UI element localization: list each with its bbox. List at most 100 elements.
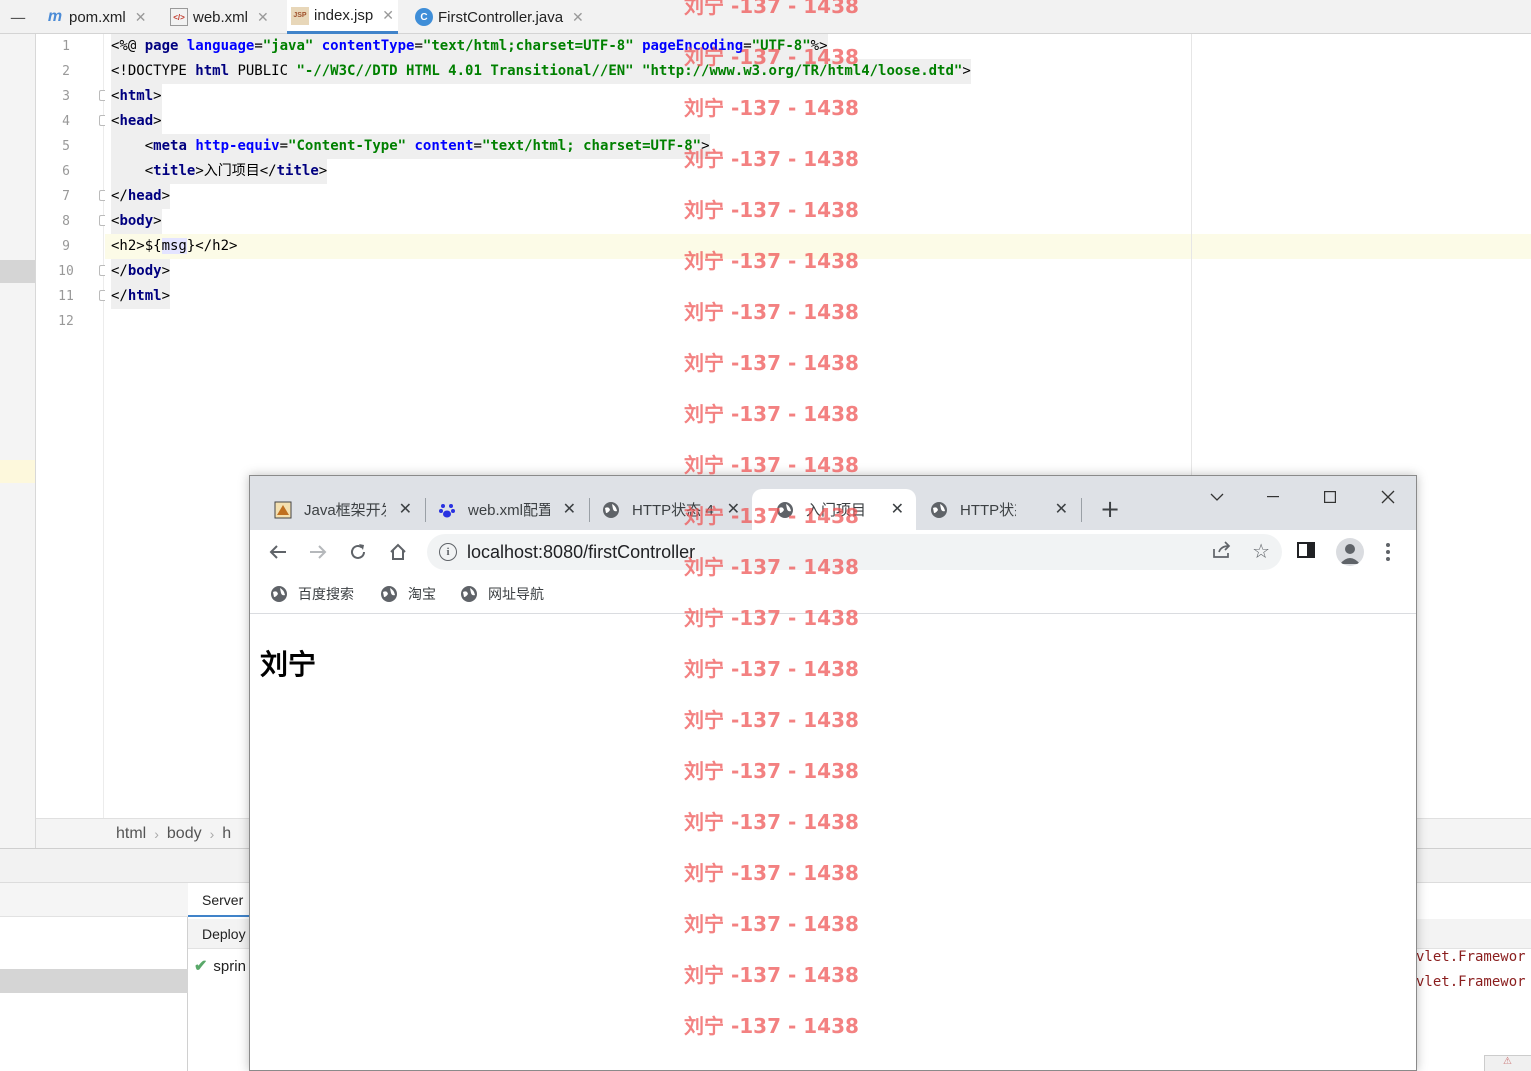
code-token: > bbox=[701, 138, 710, 154]
tab-first-controller[interactable]: C FirstController.java ✕ bbox=[415, 0, 584, 34]
browser-tab[interactable]: web.xml配置 ✕ bbox=[414, 489, 588, 530]
close-icon[interactable]: ✕ bbox=[399, 499, 412, 519]
code-token: pageEncoding bbox=[633, 38, 744, 54]
tab-search-icon[interactable] bbox=[1194, 482, 1240, 512]
maximize-icon[interactable] bbox=[1307, 482, 1353, 512]
minimize-icon[interactable] bbox=[1250, 482, 1296, 512]
browser-window: Java框架开发 ✕ web.xml配置 ✕ HTTP状态 404 ✕ 入门项目… bbox=[249, 475, 1417, 1071]
code-line[interactable]: <meta http-equiv="Content-Type" content=… bbox=[111, 134, 710, 159]
back-icon[interactable] bbox=[264, 538, 292, 566]
side-panel-icon[interactable] bbox=[1296, 540, 1320, 564]
more-menu-icon[interactable] bbox=[1376, 538, 1400, 566]
code-line[interactable]: <%@ page language="java" contentType="te… bbox=[111, 34, 828, 59]
tab-web-xml[interactable]: </> web.xml ✕ bbox=[170, 0, 269, 34]
code-token: meta bbox=[153, 138, 196, 154]
profile-avatar-icon[interactable] bbox=[1336, 538, 1364, 566]
code-token: http-equiv bbox=[195, 138, 280, 154]
line-number: 5 bbox=[62, 139, 70, 154]
url-text[interactable]: localhost:8080/firstController bbox=[467, 542, 695, 563]
code-token: }</h2> bbox=[186, 238, 238, 254]
globe-icon bbox=[461, 586, 477, 602]
close-icon[interactable]: ✕ bbox=[135, 9, 147, 26]
left-tool-gutter bbox=[0, 34, 36, 848]
bookmark-item[interactable]: 网址导航 bbox=[460, 581, 544, 607]
browser-tab[interactable]: HTTP状态 404 ✕ bbox=[578, 489, 752, 530]
code-line[interactable]: <title>入门项目</title> bbox=[111, 159, 328, 184]
tab-pom-xml[interactable]: m pom.xml ✕ bbox=[46, 0, 147, 34]
breadcrumb-item[interactable]: body bbox=[167, 825, 202, 843]
code-token: body bbox=[127, 263, 162, 279]
close-icon[interactable]: ✕ bbox=[1055, 499, 1068, 519]
tab-label: FirstController.java bbox=[438, 8, 564, 26]
bookmark-star-icon[interactable]: ☆ bbox=[1252, 539, 1270, 563]
tab-label: pom.xml bbox=[69, 8, 126, 26]
bookmark-label: 网址导航 bbox=[488, 586, 544, 602]
code-line[interactable]: <html> bbox=[111, 84, 162, 109]
browser-toolbar: i localhost:8080/firstController ☆ bbox=[250, 530, 1416, 574]
browser-tab[interactable]: HTTP状态 404 ✕ bbox=[906, 489, 1080, 530]
bookmark-label: 百度搜索 bbox=[298, 586, 354, 602]
code-line[interactable]: <h2>${msg}</h2> bbox=[111, 234, 237, 259]
services-toolbar bbox=[0, 883, 188, 917]
collapse-icon[interactable]: — bbox=[0, 0, 36, 34]
page-heading: 刘宁 bbox=[260, 648, 317, 681]
code-token: > bbox=[153, 213, 162, 229]
code-token: "http://www.w3.org/TR/html4/loose.dtd" bbox=[642, 63, 963, 79]
close-icon[interactable]: ✕ bbox=[382, 7, 394, 24]
code-token: head bbox=[119, 113, 154, 129]
breadcrumb-item[interactable]: html bbox=[116, 825, 146, 843]
browser-tab-title: Java框架开发 bbox=[304, 502, 386, 519]
code-token: < bbox=[111, 163, 154, 179]
warning-icon[interactable]: ⚠ bbox=[1484, 1055, 1531, 1071]
code-line[interactable]: <body> bbox=[111, 209, 162, 234]
bookmark-item[interactable]: 淘宝 bbox=[380, 581, 436, 607]
code-token: </ bbox=[111, 263, 128, 279]
address-bar[interactable]: i localhost:8080/firstController ☆ bbox=[427, 534, 1282, 570]
code-line[interactable]: <!DOCTYPE html PUBLIC "-//W3C//DTD HTML … bbox=[111, 59, 971, 84]
deployment-item[interactable]: ✔ sprin bbox=[194, 955, 246, 977]
bookmarks-bar: 百度搜索 淘宝 网址导航 bbox=[250, 574, 1416, 614]
code-token: = bbox=[743, 38, 752, 54]
reload-icon[interactable] bbox=[344, 538, 372, 566]
code-token: title bbox=[276, 163, 319, 179]
code-token: = bbox=[414, 38, 423, 54]
code-token: title bbox=[153, 163, 196, 179]
deployment-name: sprin bbox=[213, 957, 246, 975]
code-line[interactable]: </body> bbox=[111, 259, 171, 284]
code-token: "java" bbox=[262, 38, 314, 54]
globe-icon bbox=[381, 586, 397, 602]
line-number: 10 bbox=[58, 264, 74, 279]
new-tab-button[interactable]: + bbox=[1096, 495, 1124, 523]
site-info-icon[interactable]: i bbox=[439, 543, 457, 561]
forward-icon[interactable] bbox=[304, 538, 332, 566]
bookmark-item[interactable]: 百度搜索 bbox=[270, 581, 354, 607]
code-line[interactable]: <head> bbox=[111, 109, 162, 134]
code-line[interactable]: </head> bbox=[111, 184, 171, 209]
tab-index-jsp[interactable]: JSP index.jsp ✕ bbox=[287, 0, 398, 34]
browser-tab-active[interactable]: 入门项目 ✕ bbox=[752, 489, 916, 530]
services-tree[interactable] bbox=[0, 883, 188, 1071]
globe-icon bbox=[602, 501, 620, 519]
tab-label: web.xml bbox=[193, 8, 249, 26]
close-window-icon[interactable] bbox=[1365, 482, 1411, 512]
code-token: contentType bbox=[313, 38, 415, 54]
share-icon[interactable] bbox=[1212, 541, 1232, 564]
line-number: 8 bbox=[62, 214, 70, 229]
selected-row[interactable] bbox=[0, 969, 188, 993]
code-line[interactable]: </html> bbox=[111, 284, 171, 309]
close-icon[interactable]: ✕ bbox=[257, 9, 269, 26]
browser-tab[interactable]: Java框架开发 ✕ bbox=[250, 489, 424, 530]
close-icon[interactable]: ✕ bbox=[572, 9, 584, 26]
tab-separator bbox=[1081, 498, 1082, 522]
close-icon[interactable]: ✕ bbox=[563, 499, 576, 519]
line-number: 1 bbox=[62, 39, 70, 54]
line-number: 9 bbox=[62, 239, 70, 254]
close-icon[interactable]: ✕ bbox=[891, 499, 904, 519]
breadcrumb-item[interactable]: h bbox=[222, 825, 231, 843]
line-number-gutter: 1 2 3 4 5 6 7 8 9 10 11 12 bbox=[36, 34, 104, 818]
tab-server[interactable]: Server bbox=[188, 883, 258, 917]
close-icon[interactable]: ✕ bbox=[727, 499, 740, 519]
chevron-right-icon: › bbox=[209, 825, 215, 842]
jsp-file-icon: JSP bbox=[291, 6, 309, 25]
home-icon[interactable] bbox=[384, 538, 412, 566]
